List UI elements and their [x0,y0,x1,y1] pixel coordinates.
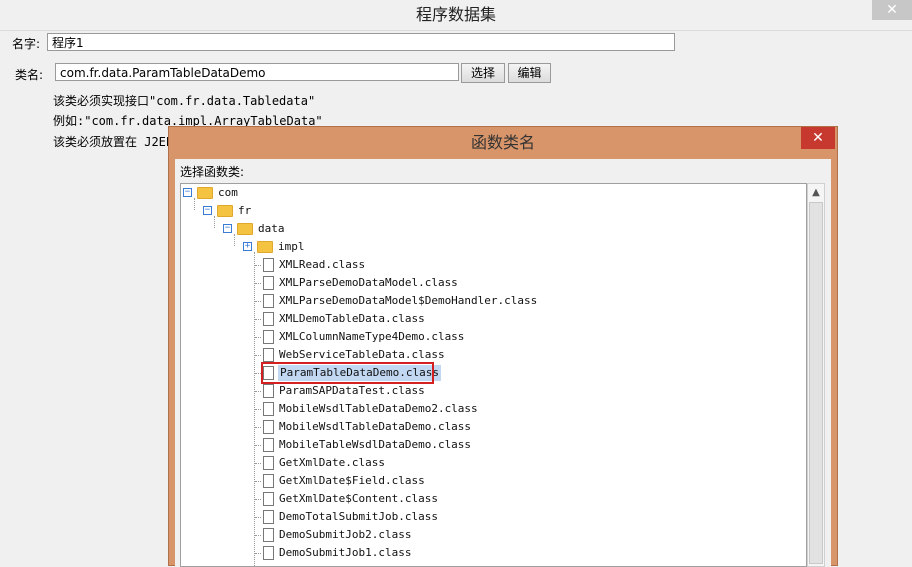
folder-icon [257,241,273,253]
file-icon [263,402,274,416]
collapse-icon[interactable]: − [203,206,212,215]
file-icon [263,276,274,290]
file-label: XMLParseDemoDataModel.class [279,276,458,289]
file-label: GetXmlDate.class [279,456,385,469]
class-label: 类名: [15,68,44,82]
file-icon [263,438,274,452]
class-chooser-dialog: 函数类名 ✕ 选择函数类: − com − fr − data + impl X… [168,126,838,567]
collapse-icon[interactable]: − [183,188,192,197]
tree-line [255,301,261,302]
file-label: GetXmlDate$Content.class [279,492,438,505]
folder-label: impl [278,240,305,253]
folder-label: com [218,186,238,199]
close-icon: ✕ [886,2,898,18]
expand-icon[interactable]: + [243,242,252,251]
file-icon [263,528,274,542]
tree-line [255,445,261,446]
file-icon [263,546,274,560]
tree-line [255,553,261,554]
window-title: 程序数据集 [0,0,912,31]
file-label: DemoTotalSubmitJob.class [279,510,438,523]
file-label: XMLDemoTableData.class [279,312,425,325]
file-icon [263,294,274,308]
file-label: XMLColumnNameType4Demo.class [279,330,465,343]
file-label: DemoSubmitJob1.class [279,546,412,559]
file-label: MobileWsdlTableDataDemo.class [279,420,472,433]
file-label: XMLRead.class [279,258,366,271]
tree-line [255,355,261,356]
dialog-body: 选择函数类: − com − fr − data + impl XMLRead.… [175,159,831,567]
folder-label: fr [238,204,252,217]
tree-line [255,499,261,500]
class-name-input[interactable]: com.fr.data.ParamTableDataDemo [55,63,459,81]
folder-icon [217,205,233,217]
dialog-title: 函数类名 [470,133,535,152]
tree-line [255,409,261,410]
folder-label: data [258,222,285,235]
tree-line [255,337,261,338]
name-label: 名字: [12,37,41,51]
note-interface: 该类必须实现接口"com.fr.data.Tabledata" [53,94,316,108]
file-label: GetXmlDate$Field.class [279,474,425,487]
choose-class-label: 选择函数类: [180,165,245,179]
file-icon [263,474,274,488]
file-label: MobileTableWsdlDataDemo.class [279,438,472,451]
close-icon: ✕ [812,130,824,146]
tree-line [214,216,215,228]
tree-scrollbar[interactable]: ▲ [807,183,825,567]
name-input[interactable]: 程序1 [47,33,675,51]
class-tree[interactable]: − com − fr − data + impl XMLRead.class X… [180,183,807,567]
file-icon [263,330,274,344]
tree-line [255,463,261,464]
tree-line [255,265,261,266]
select-button[interactable]: 选择 [461,63,505,83]
file-icon [263,510,274,524]
tree-line [194,198,195,210]
note-location: 该类必须放置在 J2EE [53,135,174,149]
window-close-button[interactable]: ✕ [872,0,912,20]
tree-line [255,535,261,536]
file-icon [263,258,274,272]
tree-line [255,319,261,320]
file-icon [263,312,274,326]
folder-icon [237,223,253,235]
file-label: ParamSAPDataTest.class [279,384,425,397]
folder-icon [197,187,213,199]
tree-line [255,517,261,518]
highlight-box [261,362,434,384]
window-title-text: 程序数据集 [415,5,496,24]
tree-line [255,283,261,284]
file-icon [263,420,274,434]
file-label: DemoSubmitJob2.class [279,528,412,541]
collapse-icon[interactable]: − [223,224,232,233]
file-label: MobileWsdlTableDataDemo2.class [279,402,478,415]
tree-line [255,427,261,428]
edit-button[interactable]: 编辑 [508,63,551,83]
file-icon [263,492,274,506]
tree-line [255,391,261,392]
file-label: XMLParseDemoDataModel$DemoHandler.class [279,294,538,307]
scroll-up-icon[interactable]: ▲ [808,184,824,202]
dialog-close-button[interactable]: ✕ [801,127,835,149]
file-icon [263,456,274,470]
scroll-thumb[interactable] [809,202,823,564]
file-icon [263,384,274,398]
file-icon [263,348,274,362]
tree-line [255,481,261,482]
tree-line [234,234,235,246]
